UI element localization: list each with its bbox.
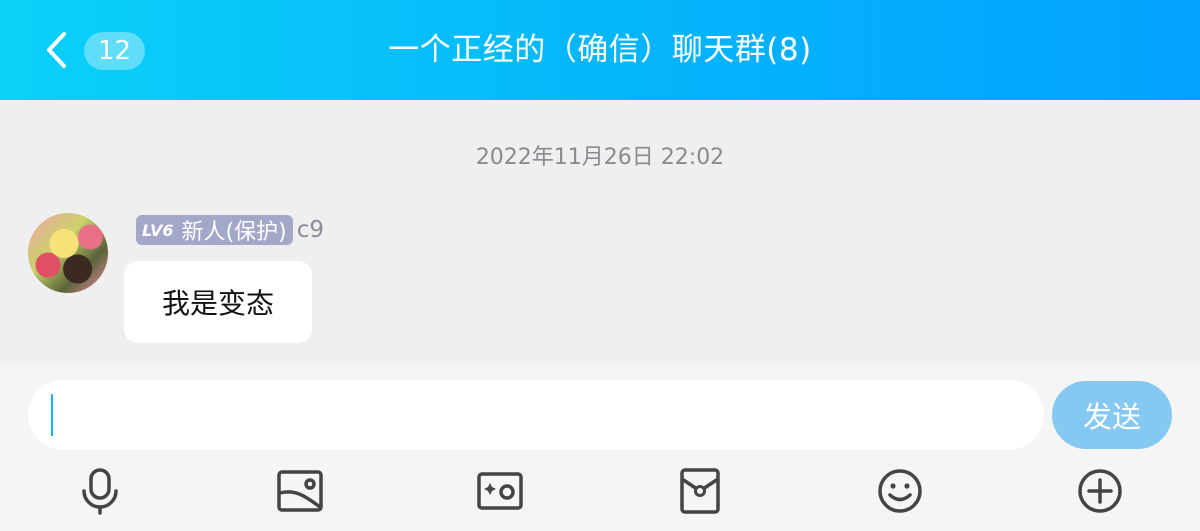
emoji-button[interactable] [875, 467, 925, 515]
plus-icon [1078, 469, 1122, 513]
message-input[interactable] [28, 380, 1044, 450]
text-caret [51, 394, 53, 436]
more-button[interactable] [1075, 467, 1125, 515]
level-label: LV6 [142, 220, 174, 240]
page-title: 一个正经的（确信）聊天群(8) [388, 32, 812, 68]
message-bubble[interactable]: 我是变态 [124, 261, 312, 343]
input-panel: 发送 [0, 363, 1200, 531]
camera-icon [477, 472, 523, 510]
image-icon [277, 470, 323, 512]
image-button[interactable] [275, 467, 325, 515]
camera-button[interactable] [475, 467, 525, 515]
message-timestamp: 2022年11月26日 22:02 [475, 145, 725, 170]
microphone-icon [82, 468, 118, 515]
sender-info: LV6 新人(保护) c9 [136, 214, 324, 246]
sender-nickname[interactable]: c9 [297, 217, 324, 243]
member-title-badge: LV6 新人(保护) [136, 215, 293, 245]
chat-header: 12 一个正经的（确信）聊天群(8) [0, 0, 1200, 100]
send-button[interactable]: 发送 [1052, 381, 1172, 449]
voice-button[interactable] [75, 467, 125, 515]
member-title-label: 新人(保护) [181, 220, 287, 245]
red-packet-button[interactable] [675, 467, 725, 515]
red-packet-icon [680, 468, 720, 514]
emoji-icon [878, 469, 922, 513]
avatar[interactable] [28, 213, 108, 293]
